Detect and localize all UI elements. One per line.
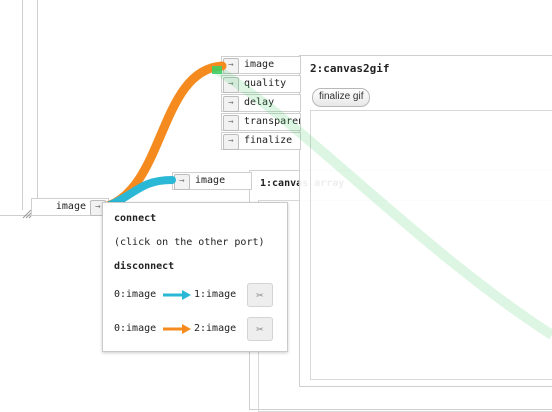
edge-arrow-orange xyxy=(163,324,191,334)
connect-heading: connect xyxy=(114,213,157,224)
scissors-icon[interactable]: ✂ xyxy=(247,317,273,341)
edge-green-start-mark xyxy=(212,66,222,74)
edge-from: 0:image xyxy=(114,289,157,300)
edge-row: 0:image 1:image ✂ xyxy=(114,283,280,307)
scissors-icon[interactable]: ✂ xyxy=(247,283,273,307)
edge-popup: connect (click on the other port) discon… xyxy=(102,202,288,352)
disconnect-heading: disconnect xyxy=(114,261,175,272)
edge-row: 0:image 2:image ✂ xyxy=(114,317,280,341)
edge-orange[interactable] xyxy=(103,61,227,211)
edge-from: 0:image xyxy=(114,323,157,334)
edge-to: 1:image xyxy=(194,289,237,300)
edge-arrow-cyan xyxy=(163,290,191,300)
connect-hint: (click on the other port) xyxy=(114,237,265,248)
edge-to: 2:image xyxy=(194,323,237,334)
